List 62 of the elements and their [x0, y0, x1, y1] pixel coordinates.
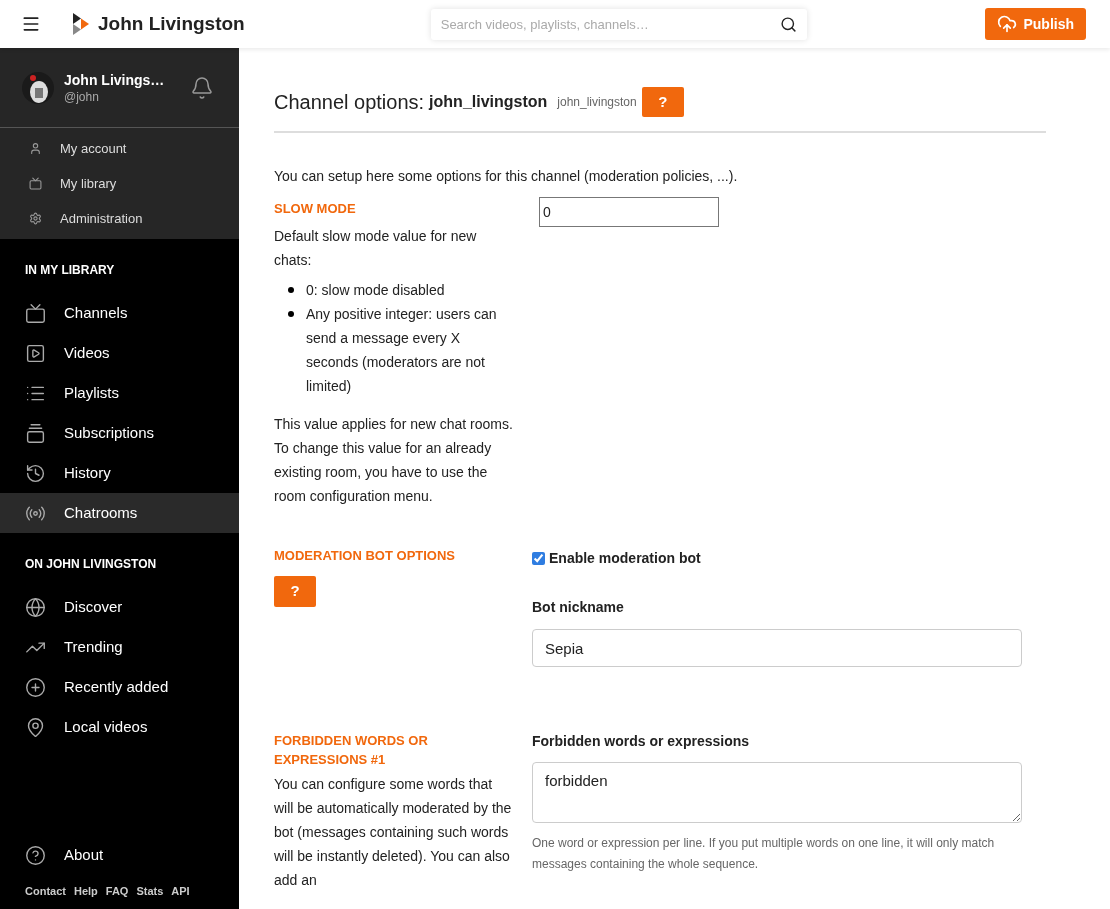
search-icon[interactable] — [779, 15, 797, 33]
sidebar-item[interactable]: Recently added — [0, 667, 239, 707]
section-description: Default slow mode value for new chats: — [274, 227, 478, 270]
tv-icon — [29, 177, 42, 190]
section-title: SLOW MODE — [274, 200, 357, 218]
bullet-text: 0: slow mode disabled — [306, 281, 445, 300]
channel-name: john_livingston — [429, 92, 548, 112]
user-name[interactable]: John Livings… — [64, 70, 190, 89]
person-icon — [29, 142, 42, 155]
globe-icon — [25, 596, 46, 618]
page-title: Channel options: — [274, 90, 425, 115]
bullet-icon — [288, 311, 294, 317]
bullet-text: Any positive integer: users can send a message every X seconds (moderators are not limited) — [306, 305, 498, 396]
sidebar-item[interactable]: Discover — [0, 587, 239, 627]
footer-link[interactable]: Contact — [25, 882, 66, 900]
section-heading: ON JOHN LIVINGSTON — [24, 556, 158, 573]
field-label: Forbidden words or expressions — [532, 732, 751, 751]
footer-link[interactable]: API — [171, 882, 190, 900]
history-icon — [25, 462, 46, 484]
slow-mode-input[interactable]: 0 — [539, 197, 719, 227]
footer-link[interactable]: Stats — [136, 882, 164, 900]
footer-link[interactable]: Help — [73, 882, 98, 900]
avatar — [21, 70, 55, 105]
checkbox-label: Enable moderation bot — [549, 549, 701, 568]
field-hint: One word or expression per line. If you put multiple words on one line, it will only match messages containing the whole sequence. — [532, 835, 996, 873]
site-title[interactable]: John Livingston — [98, 9, 245, 39]
field-label: Bot nickname — [532, 598, 625, 617]
section-description: You can configure some words that will be automatically moderated by the bot (messages containing such words will be instantly deleted). You can also add an — [274, 775, 513, 890]
channel-handle: john_livingston — [557, 94, 637, 111]
section-title: FORBIDDEN WORDS OR EXPRESSIONS #1 — [274, 732, 429, 769]
enable-bot-checkbox[interactable] — [532, 552, 545, 565]
sidebar-item[interactable]: About — [0, 835, 239, 875]
sidebar-item[interactable]: History — [0, 453, 239, 493]
section-heading: IN MY LIBRARY — [24, 262, 116, 279]
bot-nickname-field[interactable]: Sepia — [532, 629, 1022, 667]
sidebar-item[interactable]: Local videos — [0, 707, 239, 747]
sidebar-item[interactable]: Subscriptions — [0, 413, 239, 453]
user-menu-item[interactable]: My library — [0, 166, 239, 201]
bullet-icon — [288, 287, 294, 293]
search-field[interactable]: Search videos, playlists, channels… — [430, 8, 807, 40]
notification-bell-icon[interactable] — [190, 75, 214, 100]
user-handle: @john — [64, 88, 100, 105]
user-menu-item[interactable]: Administration — [0, 201, 239, 236]
tv-icon — [25, 302, 46, 324]
sidebar-item[interactable]: Videos — [0, 333, 239, 373]
logo-icon — [71, 13, 89, 35]
forbidden-words-field[interactable]: forbidden — [532, 762, 1022, 823]
section-note: This value applies for new chat rooms. To change this value for an already existing room, you have to use the room configuration menu. — [274, 415, 514, 506]
menu-icon[interactable] — [21, 14, 41, 34]
intro-text: You can setup here some options for this channel (moderation policies, ...). — [274, 167, 739, 186]
gear-icon — [29, 212, 42, 225]
sidebar-item[interactable]: Trending — [0, 627, 239, 667]
plus-circle-icon — [25, 676, 46, 698]
upload-icon — [997, 14, 1018, 34]
footer-link[interactable]: FAQ — [105, 882, 129, 900]
sidebar-item[interactable]: Chatrooms — [0, 493, 239, 533]
map-pin-icon — [25, 716, 46, 738]
user-menu-item[interactable]: My account — [0, 131, 239, 166]
section-title: MODERATION BOT OPTIONS — [274, 547, 457, 565]
help-circle-icon — [25, 844, 46, 866]
sidebar-item[interactable]: Channels — [0, 293, 239, 333]
sidebar-item[interactable]: Playlists — [0, 373, 239, 413]
